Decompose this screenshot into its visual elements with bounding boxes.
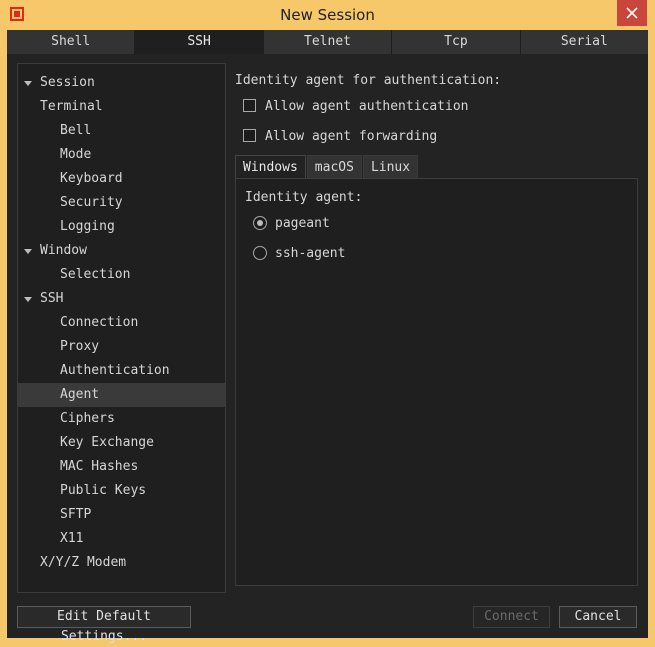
ssh-agent-label[interactable]: ssh-agent (275, 246, 345, 261)
new-session-dialog: New Session Shell SSH Telnet Tcp Serial … (0, 0, 655, 645)
tree-item-mac-hashes[interactable]: MAC Hashes (60, 455, 138, 479)
pageant-label[interactable]: pageant (275, 216, 330, 231)
tab-serial[interactable]: Serial (520, 30, 649, 54)
cancel-button[interactable]: Cancel (559, 606, 637, 628)
tree-item-keyboard[interactable]: Keyboard (60, 167, 123, 191)
tree-item-security[interactable]: Security (60, 191, 123, 215)
agent-heading: Identity agent for authentication: (235, 73, 502, 88)
tree-item-proxy[interactable]: Proxy (60, 335, 99, 359)
ssh-agent-radio[interactable] (253, 246, 267, 260)
pageant-radio[interactable] (253, 216, 267, 230)
tree-item-window[interactable]: Window (40, 239, 87, 263)
title-bar: New Session (0, 0, 655, 30)
allow-agent-forwarding-label[interactable]: Allow agent forwarding (265, 129, 437, 144)
allow-agent-forwarding-checkbox[interactable] (243, 129, 256, 142)
settings-tree: Session Terminal Bell Mode Keyboard Secu… (17, 63, 226, 593)
expand-arrow-icon[interactable] (24, 81, 32, 86)
tree-item-x11[interactable]: X11 (60, 527, 83, 551)
connect-button[interactable]: Connect (473, 606, 550, 628)
tab-macos[interactable]: macOS (306, 155, 362, 178)
tree-item-ciphers[interactable]: Ciphers (60, 407, 115, 431)
identity-agent-label: Identity agent: (245, 190, 363, 205)
tab-shell[interactable]: Shell (7, 30, 136, 54)
tree-item-logging[interactable]: Logging (60, 215, 115, 239)
tree-item-sftp[interactable]: SFTP (60, 503, 91, 527)
os-tabs: Windows macOS Linux (235, 155, 419, 178)
window-title: New Session (280, 6, 375, 24)
expand-arrow-icon[interactable] (24, 249, 32, 254)
tree-item-xyz-modem[interactable]: X/Y/Z Modem (40, 551, 126, 575)
tree-item-key-exchange[interactable]: Key Exchange (60, 431, 154, 455)
tree-item-authentication[interactable]: Authentication (60, 359, 170, 383)
close-button[interactable] (617, 0, 647, 26)
tree-item-selection[interactable]: Selection (60, 263, 130, 287)
tree-item-mode[interactable]: Mode (60, 143, 91, 167)
tab-telnet[interactable]: Telnet (263, 30, 393, 54)
allow-agent-auth-label[interactable]: Allow agent authentication (265, 99, 469, 114)
tree-item-ssh[interactable]: SSH (40, 287, 63, 311)
edit-default-settings-button[interactable]: Edit Default Settings... (17, 606, 191, 644)
tree-item-terminal[interactable]: Terminal (40, 95, 103, 119)
session-type-tabs: Shell SSH Telnet Tcp Serial (7, 30, 649, 54)
tab-tcp[interactable]: Tcp (392, 30, 521, 54)
allow-agent-auth-checkbox[interactable] (243, 99, 256, 112)
close-icon (626, 7, 638, 19)
tab-windows[interactable]: Windows (235, 155, 306, 178)
expand-arrow-icon[interactable] (24, 297, 32, 302)
tree-item-connection[interactable]: Connection (60, 311, 138, 335)
tree-item-session[interactable]: Session (40, 71, 95, 95)
tree-item-bell[interactable]: Bell (60, 119, 91, 143)
tree-item-agent[interactable]: Agent (18, 383, 225, 407)
tab-linux[interactable]: Linux (362, 155, 419, 178)
tab-ssh[interactable]: SSH (135, 30, 264, 54)
dialog-body: Shell SSH Telnet Tcp Serial Session Term… (7, 30, 649, 644)
tree-item-public-keys[interactable]: Public Keys (60, 479, 146, 503)
identity-agent-panel: Identity agent: pageant ssh-agent (235, 178, 638, 586)
